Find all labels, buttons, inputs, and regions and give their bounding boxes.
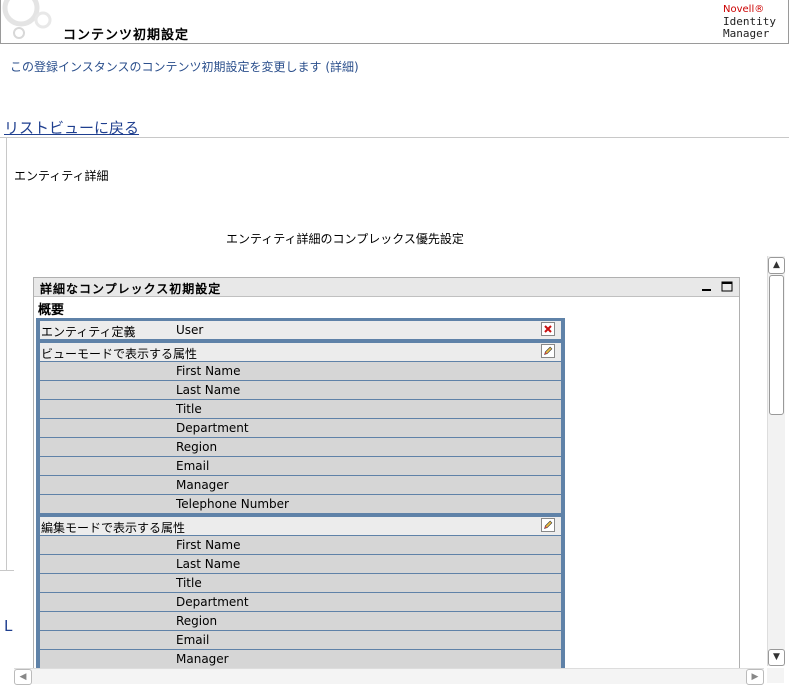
- edit-mode-label: 編集モードで表示する属性: [41, 521, 186, 535]
- app-header: コンテンツ初期設定 Novell® Identity Manager: [0, 0, 789, 44]
- scroll-down-icon[interactable]: ▼: [768, 649, 785, 666]
- horizontal-scrollbar[interactable]: ◀ ▶: [14, 668, 764, 685]
- red-x-icon[interactable]: [541, 322, 555, 336]
- attribute-name: First Name: [176, 538, 241, 552]
- attribute-name: Manager: [176, 478, 229, 492]
- list-item: First Name: [40, 362, 561, 381]
- scrollbar-thumb[interactable]: [769, 275, 784, 415]
- overview-heading: 概要: [38, 303, 65, 318]
- list-item: Last Name: [40, 381, 561, 400]
- vertical-scrollbar[interactable]: ▲ ▼: [767, 256, 785, 666]
- list-item: Manager: [40, 650, 561, 669]
- scroll-up-icon[interactable]: ▲: [768, 257, 785, 274]
- entity-detail-label: エンティティ詳細: [14, 169, 109, 183]
- maximize-icon[interactable]: [721, 281, 733, 292]
- scroll-corner: [767, 668, 784, 683]
- attribute-name: Department: [176, 595, 249, 609]
- back-to-list-link[interactable]: リストビューに戻る: [4, 117, 139, 138]
- attribute-name: Region: [176, 440, 218, 454]
- list-item: Email: [40, 457, 561, 476]
- entity-definition-row: エンティティ定義 User: [40, 321, 561, 340]
- attribute-name: Title: [176, 402, 202, 416]
- attributes-table: エンティティ定義 User ビューモードで表示する属性 First Name L…: [36, 318, 565, 673]
- attribute-name: Email: [176, 459, 210, 473]
- scroll-right-icon[interactable]: ▶: [746, 669, 764, 685]
- page-title: コンテンツ初期設定: [63, 28, 190, 43]
- list-item: Telephone Number: [40, 495, 561, 514]
- attribute-name: Region: [176, 614, 218, 628]
- list-item: Region: [40, 612, 561, 631]
- attribute-name: Department: [176, 421, 249, 435]
- divider: [0, 570, 14, 571]
- list-item: Department: [40, 593, 561, 612]
- attribute-name: Last Name: [176, 383, 241, 397]
- attribute-name: Manager: [176, 652, 229, 666]
- pencil-icon[interactable]: [541, 344, 555, 358]
- gear-logo-icon: [2, 0, 52, 39]
- attribute-name: Telephone Number: [176, 497, 289, 511]
- list-item: Title: [40, 400, 561, 419]
- view-mode-label: ビューモードで表示する属性: [41, 347, 198, 361]
- panel-header: 詳細なコンプレックス初期設定: [34, 278, 739, 297]
- page-description: この登録インスタンスのコンテンツ初期設定を変更します (詳細): [10, 60, 359, 74]
- attribute-name: Title: [176, 576, 202, 590]
- scroll-left-icon[interactable]: ◀: [14, 669, 32, 685]
- logo-line-2: Manager: [723, 27, 770, 40]
- entity-definition-label: エンティティ定義: [41, 325, 136, 339]
- list-item: Last Name: [40, 555, 561, 574]
- attribute-name: Email: [176, 633, 210, 647]
- list-item: Title: [40, 574, 561, 593]
- list-item: Region: [40, 438, 561, 457]
- entity-definition-value: User: [176, 323, 204, 337]
- edit-mode-header-row: 編集モードで表示する属性: [40, 517, 561, 536]
- view-mode-header-row: ビューモードで表示する属性: [40, 343, 561, 362]
- list-item: First Name: [40, 536, 561, 555]
- novell-logo: Novell® Identity Manager: [723, 4, 776, 40]
- attribute-name: Last Name: [176, 557, 241, 571]
- panel-title: 詳細なコンプレックス初期設定: [40, 282, 222, 296]
- attribute-name: First Name: [176, 364, 241, 378]
- list-item: Email: [40, 631, 561, 650]
- list-item: Department: [40, 419, 561, 438]
- complex-preferences-panel: 詳細なコンプレックス初期設定 概要 エンティティ定義 User ビューモードで表…: [33, 277, 740, 679]
- clipped-link[interactable]: L: [4, 617, 12, 635]
- pencil-icon[interactable]: [541, 518, 555, 532]
- list-item: Manager: [40, 476, 561, 495]
- minimize-icon[interactable]: [701, 281, 713, 292]
- preference-title: エンティティ詳細のコンプレックス優先設定: [226, 232, 464, 246]
